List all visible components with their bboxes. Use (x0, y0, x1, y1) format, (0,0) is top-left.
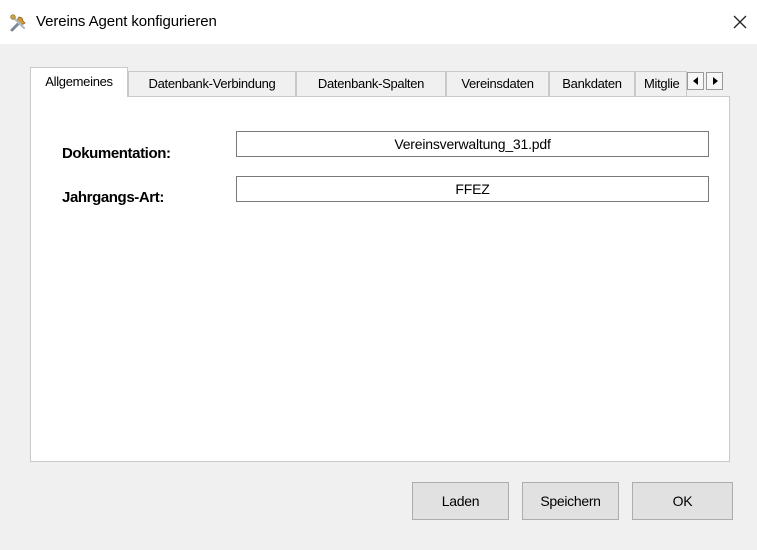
year-type-field[interactable] (236, 176, 709, 202)
title-bar: Vereins Agent konfigurieren (0, 0, 757, 44)
load-button[interactable]: Laden (412, 482, 509, 520)
documentation-field[interactable] (236, 131, 709, 157)
arrow-left-icon (692, 77, 698, 85)
tab-panel-allgemeines: Dokumentation: Jahrgangs-Art: (30, 96, 730, 462)
tools-icon (10, 14, 26, 32)
ok-button[interactable]: OK (632, 482, 733, 520)
year-type-label: Jahrgangs-Art: (62, 189, 164, 206)
tab-scroll-right-button[interactable] (706, 72, 723, 90)
tab-mitglieder[interactable]: Mitglie (635, 71, 687, 96)
tab-vereinsdaten[interactable]: Vereinsdaten (446, 71, 549, 96)
tab-scroll-left-button[interactable] (687, 72, 704, 90)
tab-bankdaten[interactable]: Bankdaten (549, 71, 635, 96)
documentation-label: Dokumentation: (62, 145, 171, 162)
tab-strip: Allgemeines Datenbank-Verbindung Datenba… (30, 67, 730, 97)
window-title: Vereins Agent konfigurieren (36, 13, 217, 30)
tab-datenbank-spalten[interactable]: Datenbank-Spalten (296, 71, 446, 96)
arrow-right-icon (712, 77, 718, 85)
tab-allgemeines[interactable]: Allgemeines (30, 67, 128, 97)
tab-datenbank-verbindung[interactable]: Datenbank-Verbindung (128, 71, 296, 96)
close-icon[interactable] (728, 10, 752, 34)
save-button[interactable]: Speichern (522, 482, 619, 520)
